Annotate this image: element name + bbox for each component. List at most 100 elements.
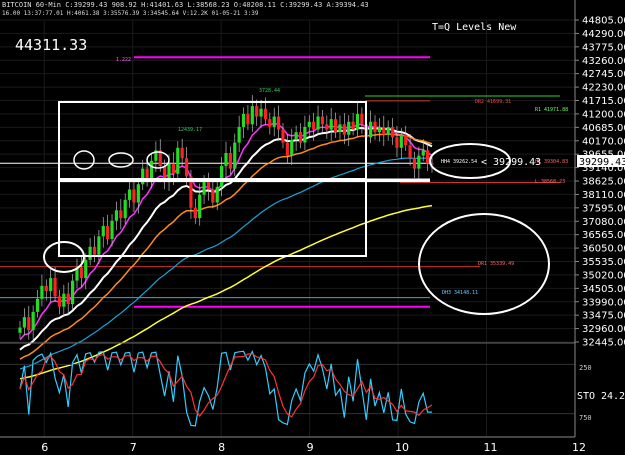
callout-text: < 39299.43 <box>481 157 541 168</box>
candle-body <box>18 327 22 333</box>
candle-body <box>114 210 119 221</box>
price-tick-label: 32445.00 <box>582 338 625 349</box>
current-price-tag: 39299.43 <box>579 157 625 168</box>
line-top-label: 1.222 <box>116 57 131 63</box>
candle-body <box>149 160 154 180</box>
candle-body <box>276 116 281 130</box>
candle-body <box>84 259 88 279</box>
price-tick-label: 43775.00 <box>582 42 625 53</box>
candle-body <box>373 121 377 133</box>
candle-body <box>106 225 110 239</box>
candle-body <box>66 293 70 305</box>
price-tick-label: 44805.00 <box>582 16 625 27</box>
candle-body <box>281 129 285 143</box>
stoch-value: 24.2 <box>601 391 625 402</box>
candle-body <box>184 158 189 177</box>
candle-body <box>123 199 127 219</box>
price-tick-label: 40170.00 <box>582 136 625 147</box>
candle-body <box>294 132 298 140</box>
candle-body <box>206 181 211 190</box>
chart-title: T=Q Levels New <box>432 22 517 33</box>
candle-body <box>22 317 26 328</box>
chart-background <box>0 0 625 455</box>
dh3-label: DH3 34148.11 <box>442 290 478 296</box>
candle-body <box>426 150 430 164</box>
time-tick-label: 6 <box>41 441 48 454</box>
candle-body <box>246 113 250 125</box>
candle-body <box>40 285 44 299</box>
candle-body <box>220 166 224 187</box>
price-tick-label: 32960.00 <box>582 324 625 335</box>
candle-body <box>342 124 346 135</box>
candle-body <box>110 220 114 239</box>
candle-body <box>399 134 403 148</box>
candle-body <box>62 293 66 307</box>
candle-body <box>145 168 149 180</box>
candle-body <box>215 186 219 203</box>
price-chart: 44805.00 44290.00 43775.00 43260.00 42745.00… <box>0 0 625 455</box>
candle-body <box>101 225 105 237</box>
candle-body <box>360 113 364 125</box>
candle-body <box>92 246 97 255</box>
price-tick-label: 36050.00 <box>582 244 625 255</box>
candle-body <box>369 121 373 138</box>
price-tick-label: 33475.00 <box>582 311 625 322</box>
candle-body <box>333 119 338 133</box>
price-tick-label: 36565.00 <box>582 230 625 241</box>
candle-body <box>53 278 57 297</box>
candle-body <box>132 189 136 203</box>
candle-body <box>325 124 329 130</box>
price-tick-label: 42230.00 <box>582 83 625 94</box>
candle-body <box>224 152 228 167</box>
candle-body <box>303 126 307 143</box>
header-line-1: BITCOIN 60-Min C:39299.43 908.92 H:41401… <box>2 1 369 9</box>
candle-body <box>412 158 417 169</box>
candle-body <box>97 236 101 255</box>
candle-body <box>127 189 132 200</box>
price-tick-label: 35020.00 <box>582 270 625 281</box>
peak-label: 3728.44 <box>259 88 280 94</box>
price-tick-label: 41715.00 <box>582 96 625 107</box>
price-tick-label: 37595.00 <box>582 203 625 214</box>
price-tick-label: 38625.00 <box>582 177 625 188</box>
candle-body <box>382 126 386 135</box>
candle-body <box>119 210 123 219</box>
stoch-label: STO <box>577 391 595 402</box>
candle-body <box>421 150 425 156</box>
candle-body <box>312 121 316 130</box>
candle-body <box>351 121 355 130</box>
candle-body <box>180 147 184 159</box>
time-tick-label: 8 <box>218 441 225 454</box>
candle-body <box>79 267 83 279</box>
mid-tag-label: HH4 39262.54 <box>441 159 477 165</box>
stoch-tick-250: 250 <box>579 364 592 372</box>
candle-body <box>228 152 232 169</box>
candle-body <box>263 108 268 120</box>
price-axis: 44805.00 44290.00 43775.00 43260.00 42745.00… <box>575 16 625 349</box>
candle-body <box>347 121 351 135</box>
candle-body <box>250 106 254 125</box>
price-tick-label: 44290.00 <box>582 29 625 40</box>
candle-body <box>377 126 382 133</box>
r1-label: R1 41971.88 <box>535 107 568 113</box>
candle-body <box>316 116 320 130</box>
candle-body <box>272 116 276 127</box>
candle-body <box>57 296 62 307</box>
price-tick-label: 33990.00 <box>582 297 625 308</box>
candle-body <box>171 163 176 174</box>
time-tick-label: 11 <box>484 441 498 454</box>
candle-body <box>233 142 237 169</box>
dr1-label: DR1 35339.49 <box>478 261 514 267</box>
stoch-tick-750: 750 <box>579 414 592 422</box>
candle-body <box>329 119 333 130</box>
candle-body <box>176 147 180 174</box>
price-tick-label: 43260.00 <box>582 56 625 67</box>
candle-body <box>417 155 421 169</box>
candle-body <box>88 246 92 260</box>
candle-body <box>35 298 40 312</box>
time-tick-label: 10 <box>395 441 409 454</box>
candle-body <box>386 126 390 135</box>
candle-body <box>259 108 263 117</box>
candle-body <box>298 132 303 143</box>
candle-body <box>70 280 75 305</box>
